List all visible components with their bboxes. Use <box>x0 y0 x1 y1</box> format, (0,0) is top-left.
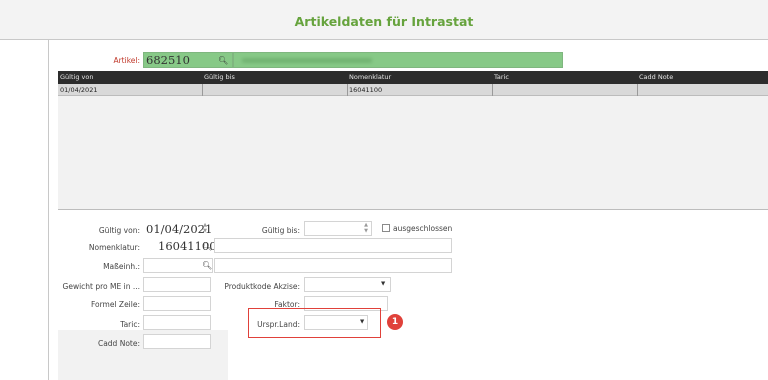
ausgeschlossen-label: ausgeschlossen <box>393 224 453 233</box>
formel-label: Formel Zeile: <box>90 300 140 309</box>
gueltig-von-stepper[interactable]: ▲ ▼ <box>201 222 209 235</box>
title-bar: Artikeldaten für Intrastat <box>0 0 768 40</box>
redacted-description <box>242 58 372 63</box>
produktkode-select[interactable]: ▼ <box>304 277 391 292</box>
grid-header: Gültig von Gültig bis Nomenklatur Taric … <box>58 71 768 84</box>
artikel-number-field[interactable]: 682510 🔍︎ <box>143 52 233 68</box>
cell-gueltig-von: 01/04/2021 <box>60 86 98 94</box>
cadd-note-field[interactable] <box>143 334 211 349</box>
masseinh-label: Maßeinh.: <box>103 262 140 271</box>
annotation-highlight-box <box>248 308 381 338</box>
col-gueltig-bis[interactable]: Gültig bis <box>204 73 235 81</box>
nomenklatur-label: Nomenklatur: <box>88 243 140 252</box>
produktkode-label: Produktkode Akzise: <box>224 282 300 291</box>
taric-label: Taric: <box>120 320 140 329</box>
artikel-description-field <box>233 52 563 68</box>
gewicht-label: Gewicht pro ME in ... <box>62 282 140 291</box>
annotation-badge: 1 <box>387 314 403 330</box>
nomenklatur-description-field <box>214 238 452 253</box>
gueltig-bis-label: Gültig bis: <box>261 226 300 235</box>
cadd-note-label: Cadd Note: <box>97 339 140 348</box>
nomenklatur-code-field[interactable]: 16041100 🔍︎ <box>143 238 217 254</box>
artikel-search-icon[interactable]: 🔍︎ <box>218 56 228 66</box>
cell-nomenklatur: 16041100 <box>349 86 383 94</box>
chevron-down-icon: ▼ <box>381 281 386 287</box>
gewicht-field[interactable] <box>143 277 211 292</box>
artikel-label: Artikel: <box>113 56 140 65</box>
left-divider <box>48 40 49 380</box>
window-title: Artikeldaten für Intrastat <box>294 14 474 29</box>
ausgeschlossen-checkbox[interactable] <box>382 224 390 232</box>
formel-field[interactable] <box>143 296 211 311</box>
taric-field[interactable] <box>143 315 211 330</box>
grid-empty-area <box>58 96 768 210</box>
gueltig-bis-stepper[interactable]: ▲ ▼ <box>362 222 370 235</box>
nomenklatur-search-icon[interactable]: 🔍︎ <box>202 242 212 252</box>
table-row[interactable]: 01/04/2021 16041100 <box>58 84 768 96</box>
masseinh-description-field <box>214 258 452 273</box>
masseinh-code-field[interactable]: 🔍︎ <box>143 258 213 273</box>
col-taric[interactable]: Taric <box>494 73 509 81</box>
col-nomenklatur[interactable]: Nomenklatur <box>349 73 391 81</box>
gueltig-von-label: Gültig von: <box>98 226 140 235</box>
column-separator <box>202 84 203 96</box>
masseinh-search-icon[interactable]: 🔍︎ <box>202 261 212 271</box>
column-separator <box>347 84 348 96</box>
column-separator <box>492 84 493 96</box>
artikel-number-value: 682510 <box>146 53 190 67</box>
col-cadd-note[interactable]: Cadd Note <box>639 73 673 81</box>
col-gueltig-von[interactable]: Gültig von <box>60 73 93 81</box>
column-separator <box>637 84 638 96</box>
